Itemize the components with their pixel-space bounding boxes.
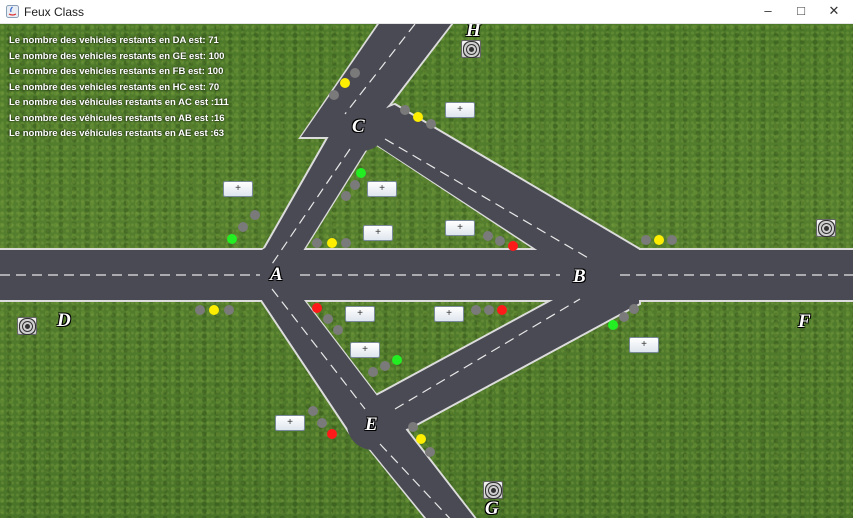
traffic-light-A-west-off-lamp bbox=[195, 305, 205, 315]
traffic-light-A-north-off-lamp bbox=[238, 222, 248, 232]
stat-line-AB: Le nombre des véhicules restants en AB e… bbox=[9, 112, 225, 124]
traffic-light-A-north-green-lamp bbox=[227, 234, 237, 244]
traffic-light-E-west-red-lamp bbox=[327, 429, 337, 439]
traffic-light-A-inner-off-lamp bbox=[341, 238, 351, 248]
traffic-light-A-north-off-lamp bbox=[250, 210, 260, 220]
vehicle-stats-panel: Le nombre des vehicles restants en DA es… bbox=[9, 33, 229, 142]
sensor-G-icon[interactable] bbox=[483, 481, 503, 499]
traffic-light-C-east-off-lamp bbox=[426, 119, 436, 129]
stat-line-FB: Le nombre des vehicles restants en FB es… bbox=[9, 66, 224, 77]
maximize-button[interactable]: □ bbox=[784, 0, 818, 24]
traffic-light-C-east-off-lamp bbox=[400, 105, 410, 115]
node-label-C: C bbox=[352, 116, 365, 137]
stat-line-GE: Le nombre des vehicles restants en GE es… bbox=[9, 50, 225, 62]
traffic-light-E-north-off-lamp bbox=[368, 367, 378, 377]
traffic-light-C-north-off-lamp bbox=[329, 90, 339, 100]
node-label-B: B bbox=[573, 266, 586, 287]
add-vehicle-EB-button[interactable]: + bbox=[350, 342, 380, 358]
traffic-light-B-east-off-lamp bbox=[641, 235, 651, 245]
add-vehicle-FB-button[interactable]: + bbox=[629, 337, 659, 353]
close-button[interactable]: ✕ bbox=[817, 0, 851, 24]
stat-line-DA: Le nombre des vehicles restants en DA es… bbox=[9, 35, 219, 46]
traffic-light-B-south-green-lamp bbox=[608, 320, 618, 330]
traffic-light-A-inner-off-lamp bbox=[312, 238, 322, 248]
traffic-light-B-west-bottom-off-lamp bbox=[471, 305, 481, 315]
traffic-light-B-east-off-lamp bbox=[667, 235, 677, 245]
traffic-light-B-south-off-lamp bbox=[629, 304, 639, 314]
title-bar: Feux Class – □ ✕ bbox=[0, 0, 853, 24]
simulation-canvas: Le nombre des vehicles restants en DA es… bbox=[0, 24, 853, 518]
java-app-icon bbox=[6, 5, 19, 18]
traffic-light-B-west-bottom-red-lamp bbox=[497, 305, 507, 315]
add-vehicle-AB-button[interactable]: + bbox=[363, 225, 393, 241]
traffic-light-C-south-off-lamp bbox=[350, 180, 360, 190]
node-label-A: A bbox=[270, 264, 283, 285]
add-vehicle-CA-button[interactable]: + bbox=[223, 181, 253, 197]
stat-line-HC: Le nombre des vehicles restants en HC es… bbox=[9, 81, 220, 93]
traffic-light-A-west-off-lamp bbox=[224, 305, 234, 315]
add-vehicle-E-west-button[interactable]: + bbox=[275, 415, 305, 431]
stat-line-AE: Le nombre des véhicules restants en AE e… bbox=[9, 128, 225, 139]
traffic-light-C-south-green-lamp bbox=[356, 168, 366, 178]
traffic-light-E-south-off-lamp bbox=[408, 422, 418, 432]
node-label-G: G bbox=[485, 498, 499, 518]
traffic-light-A-inner-yellow-lamp bbox=[327, 238, 337, 248]
node-label-D: D bbox=[57, 310, 71, 331]
traffic-light-B-west-top-off-lamp bbox=[483, 231, 493, 241]
traffic-light-C-north-yellow-lamp bbox=[340, 78, 350, 88]
stat-line-AC: Le nombre des véhicules restants en AC e… bbox=[9, 97, 229, 108]
add-vehicle-C-inner-button[interactable]: + bbox=[367, 181, 397, 197]
sensor-H-icon[interactable] bbox=[461, 40, 481, 58]
traffic-light-C-east-yellow-lamp bbox=[413, 112, 423, 122]
traffic-light-E-west-off-lamp bbox=[317, 418, 327, 428]
sensor-D-icon[interactable] bbox=[17, 317, 37, 335]
node-label-F: F bbox=[798, 311, 811, 332]
traffic-light-A-south-red-lamp bbox=[312, 303, 322, 313]
window-title: Feux Class bbox=[24, 5, 85, 19]
traffic-light-A-west-yellow-lamp bbox=[209, 305, 219, 315]
traffic-light-B-west-top-off-lamp bbox=[495, 236, 505, 246]
add-vehicle-CB-button[interactable]: + bbox=[445, 102, 475, 118]
traffic-light-A-south-off-lamp bbox=[323, 314, 333, 324]
traffic-light-E-north-off-lamp bbox=[380, 361, 390, 371]
traffic-light-B-west-top-red-lamp bbox=[508, 241, 518, 251]
traffic-light-C-north-off-lamp bbox=[350, 68, 360, 78]
traffic-light-B-west-bottom-off-lamp bbox=[484, 305, 494, 315]
traffic-light-A-south-off-lamp bbox=[333, 325, 343, 335]
add-vehicle-B-lower-button[interactable]: + bbox=[434, 306, 464, 322]
traffic-light-E-south-yellow-lamp bbox=[416, 434, 426, 444]
minimize-button[interactable]: – bbox=[751, 0, 785, 24]
traffic-light-C-south-off-lamp bbox=[341, 191, 351, 201]
traffic-light-E-north-green-lamp bbox=[392, 355, 402, 365]
node-label-E: E bbox=[365, 414, 378, 435]
add-vehicle-AE-button[interactable]: + bbox=[345, 306, 375, 322]
traffic-light-B-east-yellow-lamp bbox=[654, 235, 664, 245]
add-vehicle-B-upper-button[interactable]: + bbox=[445, 220, 475, 236]
traffic-light-E-west-off-lamp bbox=[308, 406, 318, 416]
traffic-light-E-south-off-lamp bbox=[425, 447, 435, 457]
traffic-light-B-south-off-lamp bbox=[619, 312, 629, 322]
sensor-F-icon[interactable] bbox=[816, 219, 836, 237]
